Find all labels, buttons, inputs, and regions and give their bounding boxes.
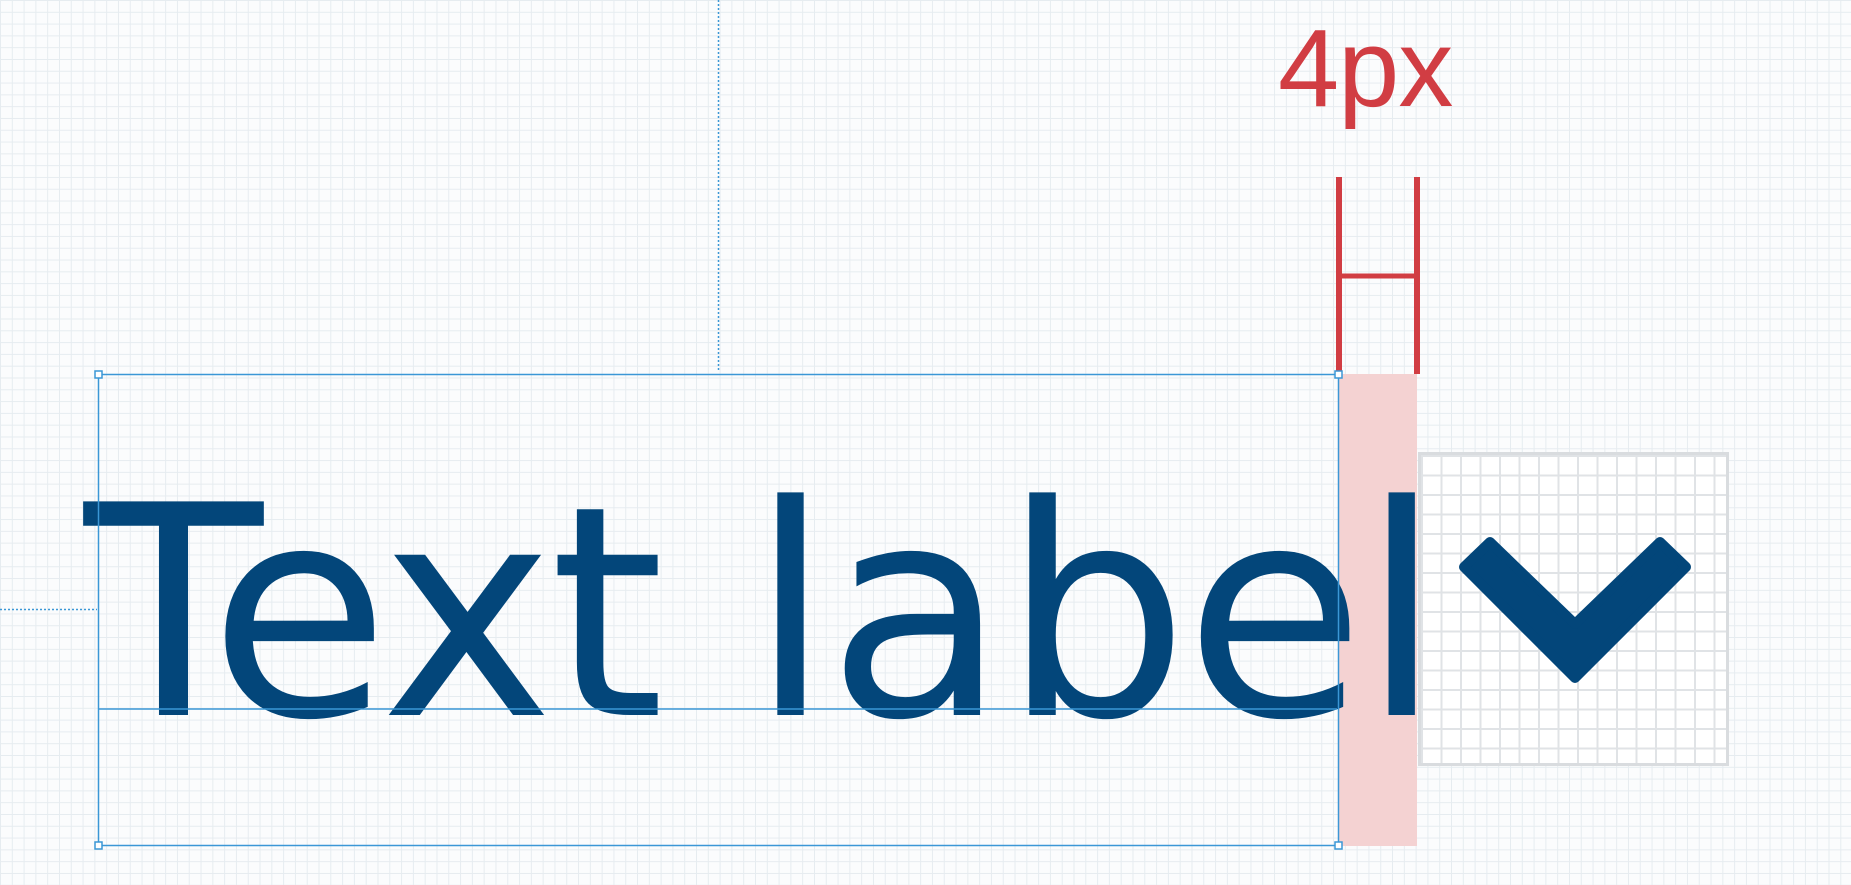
selection-box[interactable] — [97, 373, 1340, 847]
handle-bottom-right[interactable] — [1334, 841, 1343, 850]
selection-overlay — [94, 370, 1343, 850]
handle-bottom-left[interactable] — [94, 841, 103, 850]
handle-top-right[interactable] — [1334, 370, 1343, 379]
handle-top-left[interactable] — [94, 370, 103, 379]
design-canvas: 4px Text label — [0, 0, 1851, 885]
